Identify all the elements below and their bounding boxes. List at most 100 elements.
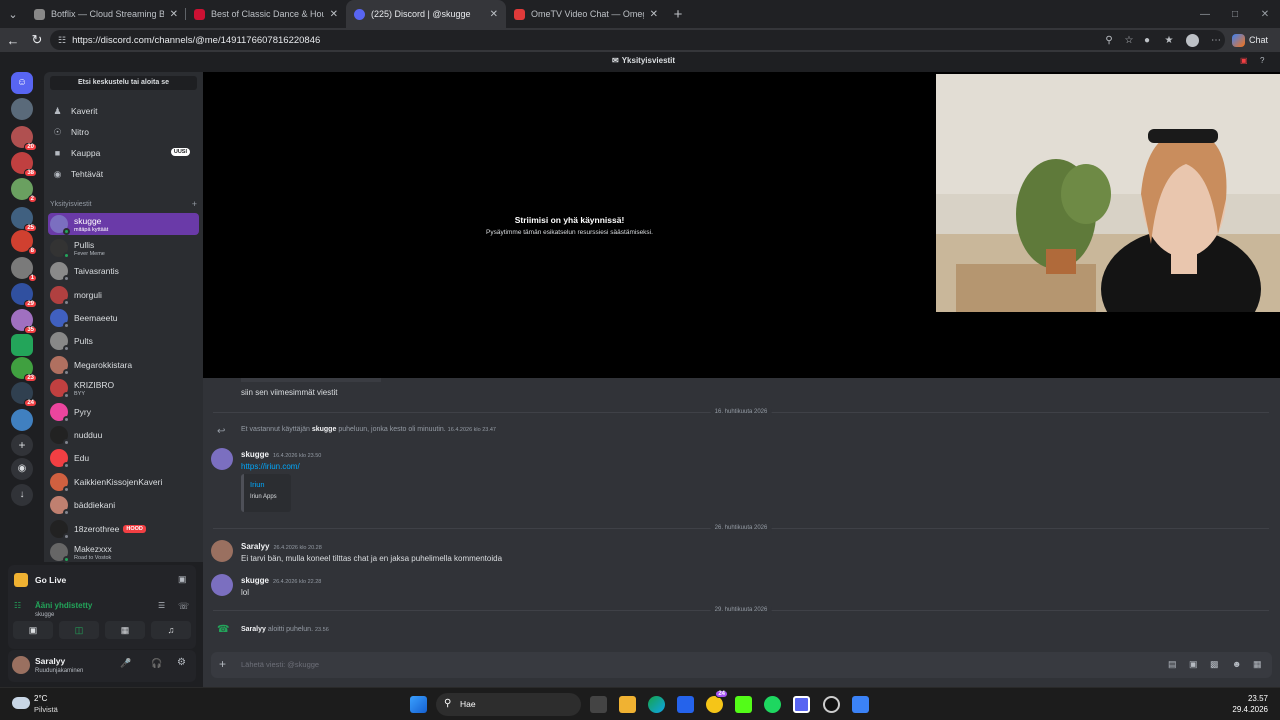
close-icon[interactable]: ✕	[490, 9, 498, 20]
nav-shop[interactable]: ■ Kauppa UUSI	[48, 143, 198, 163]
go-live-label[interactable]: Go Live	[35, 575, 66, 585]
new-tab-button[interactable]: +	[666, 0, 690, 28]
gift-icon[interactable]: ▤	[1168, 659, 1177, 670]
avatar[interactable]	[211, 448, 233, 470]
webcam-video[interactable]	[936, 74, 1280, 312]
server-icon[interactable]: 20	[11, 126, 37, 151]
avatar[interactable]	[12, 656, 30, 674]
profile-avatar[interactable]	[1182, 30, 1202, 50]
copilot-chat-button[interactable]: Chat	[1232, 32, 1268, 48]
server-icon[interactable]: 8	[11, 230, 37, 255]
server-icon[interactable]: 38	[11, 152, 37, 177]
avatar[interactable]	[211, 540, 233, 562]
taskbar-search[interactable]: ⚲ Hae	[436, 693, 581, 716]
bookmark-star-icon[interactable]: ☆	[1119, 30, 1139, 50]
favorites-icon[interactable]: ★	[1159, 30, 1179, 50]
site-info-icon[interactable]: ☷	[58, 35, 66, 46]
activities-button[interactable]: ▦	[105, 621, 145, 639]
tab-discord[interactable]: (225) Discord | @skugge ✕	[346, 0, 506, 28]
attach-plus-icon[interactable]: +	[219, 657, 226, 671]
screen-share-button[interactable]: ◫	[59, 621, 99, 639]
discord-home-icon[interactable]: ☺	[11, 72, 33, 94]
server-icon[interactable]	[11, 409, 33, 431]
disconnect-icon[interactable]: ☏	[178, 601, 189, 612]
kick-icon[interactable]	[735, 696, 752, 713]
camera-button[interactable]: ▣	[13, 621, 53, 639]
settings-gear-icon[interactable]: ⚙	[177, 657, 186, 668]
download-icon[interactable]: ↓	[11, 484, 33, 506]
minimize-icon[interactable]: —	[1190, 0, 1220, 28]
maximize-icon[interactable]: □	[1220, 0, 1250, 28]
noise-suppression-icon[interactable]: ☰	[158, 601, 165, 610]
spotify-icon[interactable]	[764, 696, 781, 713]
message-author[interactable]: skugge 16.4.2026 klo 23.50	[241, 450, 321, 459]
inbox-icon[interactable]: ▣	[1240, 56, 1248, 65]
dm-item[interactable]: Megarokkistara	[48, 354, 199, 376]
discord-taskbar-icon[interactable]	[793, 696, 810, 713]
cloud-weather-icon[interactable]	[12, 697, 30, 709]
dm-item[interactable]: skugge mitäpä kyttäät	[48, 213, 199, 235]
tab-music[interactable]: Best of Classic Dance & House 80' ✕	[186, 0, 346, 28]
server-icon[interactable]	[11, 98, 33, 120]
create-dm-icon[interactable]: +	[192, 199, 197, 209]
nav-nitro[interactable]: ☉ Nitro	[48, 122, 198, 142]
app-icon[interactable]: 24	[706, 690, 728, 713]
server-icon[interactable]: 24	[11, 382, 37, 407]
server-icon[interactable]: 35	[11, 309, 37, 334]
dm-item[interactable]: morguli	[48, 284, 199, 306]
url-input[interactable]: ☷ https://discord.com/channels/@me/14911…	[50, 30, 1225, 50]
microphone-icon[interactable]: 🎤	[120, 658, 131, 669]
message-link[interactable]: https://iriun.com/	[241, 462, 300, 471]
clock-date[interactable]: 29.4.2026	[1228, 705, 1268, 714]
dm-item[interactable]: nudduu	[48, 424, 199, 446]
server-icon[interactable]: 29	[11, 283, 37, 308]
help-icon[interactable]: ?	[1260, 56, 1264, 65]
zoom-icon[interactable]: ⚲	[1099, 30, 1119, 50]
voice-status[interactable]: Ääni yhdistetty	[35, 601, 92, 610]
dm-item[interactable]: KRIZIBRO BYY	[48, 377, 199, 399]
add-server-icon[interactable]: +	[11, 434, 33, 456]
sticker-icon[interactable]: ▩	[1210, 659, 1219, 670]
back-icon[interactable]: ←	[1, 28, 25, 52]
tab-ometv[interactable]: OmeTV Video Chat — Omegle ✕	[506, 0, 666, 28]
dm-item[interactable]: bäddiekani	[48, 494, 199, 516]
dm-item[interactable]: Makezxxx Road to Vostok	[48, 541, 199, 563]
menu-dots-icon[interactable]: ⋯	[1206, 30, 1226, 50]
emoji-icon[interactable]: ☻	[1232, 659, 1241, 669]
nav-friends[interactable]: ♟ Kaverit	[48, 101, 198, 121]
soundboard-button[interactable]: ♫	[151, 621, 191, 639]
dm-item[interactable]: Pullis Fever Meme	[48, 237, 199, 259]
server-icon[interactable]	[11, 334, 33, 356]
avatar[interactable]	[211, 574, 233, 596]
headphones-icon[interactable]: 🎧	[151, 658, 162, 669]
store-icon[interactable]	[677, 696, 694, 713]
close-window-icon[interactable]: ✕	[1250, 0, 1280, 28]
tab-search-chevron-icon[interactable]: ⌄	[0, 0, 26, 28]
screen-share-icon[interactable]: ▣	[178, 574, 187, 585]
app-icon[interactable]	[852, 696, 869, 713]
reload-icon[interactable]: ↻	[25, 28, 49, 52]
search-conversation-button[interactable]: Etsi keskustelu tai aloita se	[50, 76, 197, 90]
discover-icon[interactable]: ◉	[11, 458, 33, 480]
dm-item[interactable]: Beemaeetu	[48, 307, 199, 329]
gif-icon[interactable]: ▣	[1189, 659, 1198, 670]
close-icon[interactable]: ✕	[170, 9, 178, 20]
nav-quests[interactable]: ◉ Tehtävät	[48, 164, 198, 184]
message-input[interactable]: + Lähetä viesti: @skugge ▤ ▣ ▩ ☻ ▦	[211, 652, 1272, 678]
server-icon[interactable]: 1	[11, 257, 37, 282]
edge-icon[interactable]	[648, 696, 665, 713]
apps-icon[interactable]: ▦	[1253, 659, 1262, 670]
clock-time[interactable]: 23.57	[1240, 694, 1268, 703]
server-icon[interactable]: 25	[11, 207, 37, 232]
stream-view[interactable]: Striimisi on yhä käynnissä! Pysäytimme t…	[203, 72, 1280, 378]
message-author[interactable]: Saralyy 26.4.2026 klo 20.28	[241, 542, 322, 551]
tab-botflix[interactable]: Botflix — Cloud Streaming Bot fo ✕	[26, 0, 186, 28]
dm-item[interactable]: Taivasrantis	[48, 260, 199, 282]
extension-icon[interactable]: ●	[1137, 30, 1157, 50]
close-icon[interactable]: ✕	[330, 9, 338, 20]
dm-item[interactable]: Pults	[48, 330, 199, 352]
server-icon[interactable]: 23	[11, 357, 37, 382]
dm-item[interactable]: 18zerothree HOOD	[48, 518, 199, 540]
task-view-icon[interactable]	[590, 696, 607, 713]
server-icon[interactable]: 2	[11, 178, 37, 203]
